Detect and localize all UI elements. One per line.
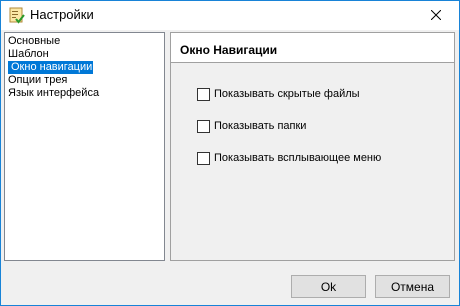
show-popup-menu-checkbox[interactable] xyxy=(197,151,210,165)
show-hidden-files-checkbox[interactable] xyxy=(197,87,210,101)
nav-item-navigation-window-label: Окно навигации xyxy=(8,61,94,74)
show-folders-option[interactable]: Показывать папки xyxy=(197,119,306,133)
show-folders-checkbox[interactable] xyxy=(197,119,210,133)
nav-item-tray-options[interactable]: Опции трея xyxy=(5,74,164,87)
dialog-body: Основные Шаблон Окно навигации Опции тре… xyxy=(1,30,459,305)
show-folders-label[interactable]: Показывать папки xyxy=(214,120,306,133)
show-hidden-files-option[interactable]: Показывать скрытые файлы xyxy=(197,87,360,101)
panel-title: Окно Навигации xyxy=(180,43,278,57)
nav-item-navigation-window[interactable]: Окно навигации xyxy=(5,61,164,74)
settings-dialog: Настройки Основные Шаблон Окно навигации… xyxy=(0,0,460,306)
settings-checklist-icon xyxy=(8,7,25,24)
show-popup-menu-option[interactable]: Показывать всплывающее меню xyxy=(197,151,381,165)
cancel-button[interactable]: Отмена xyxy=(375,275,450,298)
close-button[interactable] xyxy=(413,1,459,30)
nav-item-basic[interactable]: Основные xyxy=(5,35,164,48)
nav-item-interface-language[interactable]: Язык интерфейса xyxy=(5,87,164,100)
show-popup-menu-label[interactable]: Показывать всплывающее меню xyxy=(214,152,381,165)
show-hidden-files-label[interactable]: Показывать скрытые файлы xyxy=(214,88,360,101)
panel-header: Окно Навигации xyxy=(171,33,454,62)
settings-panel: Окно Навигации Показывать скрытые файлы … xyxy=(170,32,455,261)
nav-item-template[interactable]: Шаблон xyxy=(5,48,164,61)
panel-divider xyxy=(171,62,454,63)
window-title: Настройки xyxy=(30,7,94,22)
title-bar[interactable]: Настройки xyxy=(1,1,459,30)
settings-category-list[interactable]: Основные Шаблон Окно навигации Опции тре… xyxy=(4,32,165,261)
close-icon xyxy=(430,9,442,23)
ok-button[interactable]: Ok xyxy=(291,275,366,298)
